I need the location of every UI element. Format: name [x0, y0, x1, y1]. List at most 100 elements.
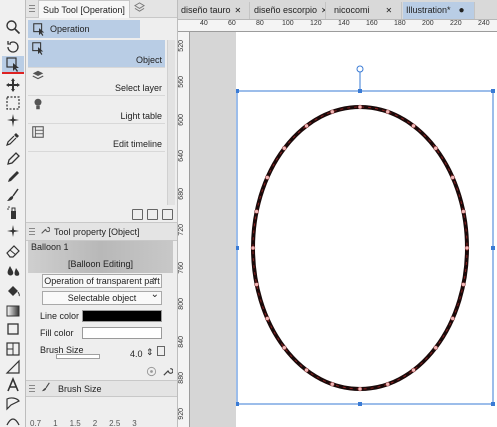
panel-grip-icon[interactable]	[26, 223, 38, 241]
line-color-swatch[interactable]	[82, 310, 162, 322]
control-point[interactable]	[433, 146, 438, 151]
control-point[interactable]	[304, 367, 309, 373]
import-subtool-icon[interactable]	[132, 209, 143, 220]
selection-bounding-box[interactable]	[236, 90, 494, 405]
balloon-tail-icon[interactable]	[2, 394, 24, 412]
brush-size-option[interactable]: 2	[93, 419, 97, 427]
control-point[interactable]	[385, 381, 390, 387]
tab-diseno-escorpio[interactable]: diseño escorpio✕	[251, 2, 326, 19]
resize-handle[interactable]	[358, 402, 362, 406]
duplicate-subtool-icon[interactable]	[147, 209, 158, 220]
brush-size-option[interactable]: 2.5	[109, 419, 120, 427]
subtool-item-select-layer[interactable]: Select layer	[28, 68, 165, 96]
control-point[interactable]	[254, 209, 259, 214]
pen-icon[interactable]	[2, 150, 24, 168]
reset-settings-icon[interactable]	[146, 366, 157, 380]
operation-tool-icon[interactable]	[2, 56, 24, 74]
spin-arrows-icon[interactable]: ⇕	[146, 347, 154, 358]
transparent-operation-dropdown[interactable]: Operation of transparent part	[42, 272, 162, 288]
control-point[interactable]	[282, 146, 287, 151]
eyedropper-icon[interactable]	[2, 130, 24, 148]
resize-handle[interactable]	[235, 246, 239, 250]
panel-grip-icon[interactable]	[26, 0, 38, 18]
layers-icon[interactable]	[133, 1, 145, 16]
brush-size-option[interactable]: 3	[132, 419, 136, 427]
gradient-icon[interactable]	[2, 302, 24, 320]
resize-handle[interactable]	[491, 246, 495, 250]
control-point[interactable]	[357, 386, 363, 392]
brush-size-value[interactable]: 4.0	[130, 349, 143, 359]
resize-handle[interactable]	[235, 89, 239, 93]
fill-icon[interactable]	[2, 282, 24, 300]
resize-handle[interactable]	[358, 89, 362, 93]
subtool-item-edit-timeline[interactable]: Edit timeline	[28, 124, 165, 152]
brush-size-option[interactable]: 0.7	[30, 419, 41, 427]
decoration-icon[interactable]	[2, 222, 24, 240]
control-point[interactable]	[304, 123, 309, 129]
frame-border-icon[interactable]	[2, 340, 24, 358]
balloon-canvas[interactable]	[235, 32, 497, 427]
tab-illustration[interactable]: Illustration* ●	[403, 2, 475, 19]
move-tool-icon[interactable]	[2, 76, 24, 94]
brush-size-slider[interactable]	[56, 354, 100, 359]
resize-handle[interactable]	[491, 402, 495, 406]
subtool-panel-title[interactable]: Sub Tool [Operation]	[38, 0, 130, 18]
rotate-tool-icon[interactable]	[2, 38, 24, 56]
subtool-item-light-table[interactable]: Light table	[28, 96, 165, 124]
control-point[interactable]	[250, 245, 256, 251]
pencil-icon[interactable]	[2, 168, 24, 186]
subtool-group-operation[interactable]: Operation	[28, 20, 140, 38]
resize-handle[interactable]	[491, 89, 495, 93]
control-point[interactable]	[282, 345, 287, 350]
fill-color-swatch[interactable]	[82, 327, 162, 339]
subtool-item-object[interactable]: Object	[28, 40, 165, 68]
control-point[interactable]	[411, 367, 416, 373]
fill-color-label: Fill color	[40, 328, 74, 338]
canvas-workarea[interactable]	[190, 32, 497, 427]
control-point[interactable]	[464, 245, 470, 251]
brush-size-pressure-icon[interactable]	[157, 346, 165, 356]
tab-diseno-tauro[interactable]: diseño tauro ✕	[178, 2, 250, 19]
eraser-icon[interactable]	[2, 242, 24, 260]
brush-icon[interactable]	[2, 186, 24, 204]
brush-size-option[interactable]: 1.5	[70, 419, 81, 427]
ruler-tick: 600	[178, 114, 185, 126]
delete-subtool-icon[interactable]	[162, 209, 173, 220]
close-tab-icon[interactable]: ✕	[321, 6, 325, 15]
control-point[interactable]	[330, 109, 335, 115]
control-point[interactable]	[461, 209, 466, 214]
auto-select-icon[interactable]	[2, 112, 24, 130]
control-point[interactable]	[411, 123, 416, 129]
correct-line-icon[interactable]	[2, 412, 24, 427]
tool-settings-icon[interactable]	[162, 366, 174, 380]
close-tab-icon[interactable]: ✕	[235, 6, 242, 15]
selection-tool-icon[interactable]	[2, 94, 24, 112]
canvas-paper[interactable]	[235, 32, 497, 427]
panel-grip-icon[interactable]	[26, 380, 38, 398]
control-point[interactable]	[254, 282, 259, 287]
control-point[interactable]	[461, 282, 466, 287]
control-point[interactable]	[385, 109, 390, 115]
rotation-handle[interactable]	[356, 65, 364, 73]
blend-icon[interactable]	[2, 262, 24, 280]
modified-dot-icon[interactable]: ●	[459, 5, 465, 16]
control-points[interactable]	[250, 104, 470, 392]
figure-icon[interactable]	[2, 320, 24, 338]
control-point[interactable]	[265, 175, 270, 180]
zoom-tool-icon[interactable]	[2, 18, 24, 36]
airbrush-icon[interactable]	[2, 204, 24, 222]
control-point[interactable]	[433, 345, 438, 350]
brush-size-option[interactable]: 1	[53, 419, 57, 427]
control-point[interactable]	[450, 175, 455, 180]
control-point[interactable]	[357, 104, 363, 110]
tab-nicocomi[interactable]: nicocomi ✕	[327, 2, 402, 19]
control-point[interactable]	[265, 316, 270, 321]
ruler-icon[interactable]	[2, 358, 24, 376]
control-point[interactable]	[330, 381, 335, 387]
control-point[interactable]	[450, 316, 455, 321]
text-icon[interactable]	[2, 376, 24, 394]
resize-handle[interactable]	[235, 402, 239, 406]
selectable-object-dropdown[interactable]: Selectable object	[42, 289, 162, 305]
close-tab-icon[interactable]: ✕	[386, 6, 393, 15]
subtool-scrollbar[interactable]	[167, 40, 175, 205]
